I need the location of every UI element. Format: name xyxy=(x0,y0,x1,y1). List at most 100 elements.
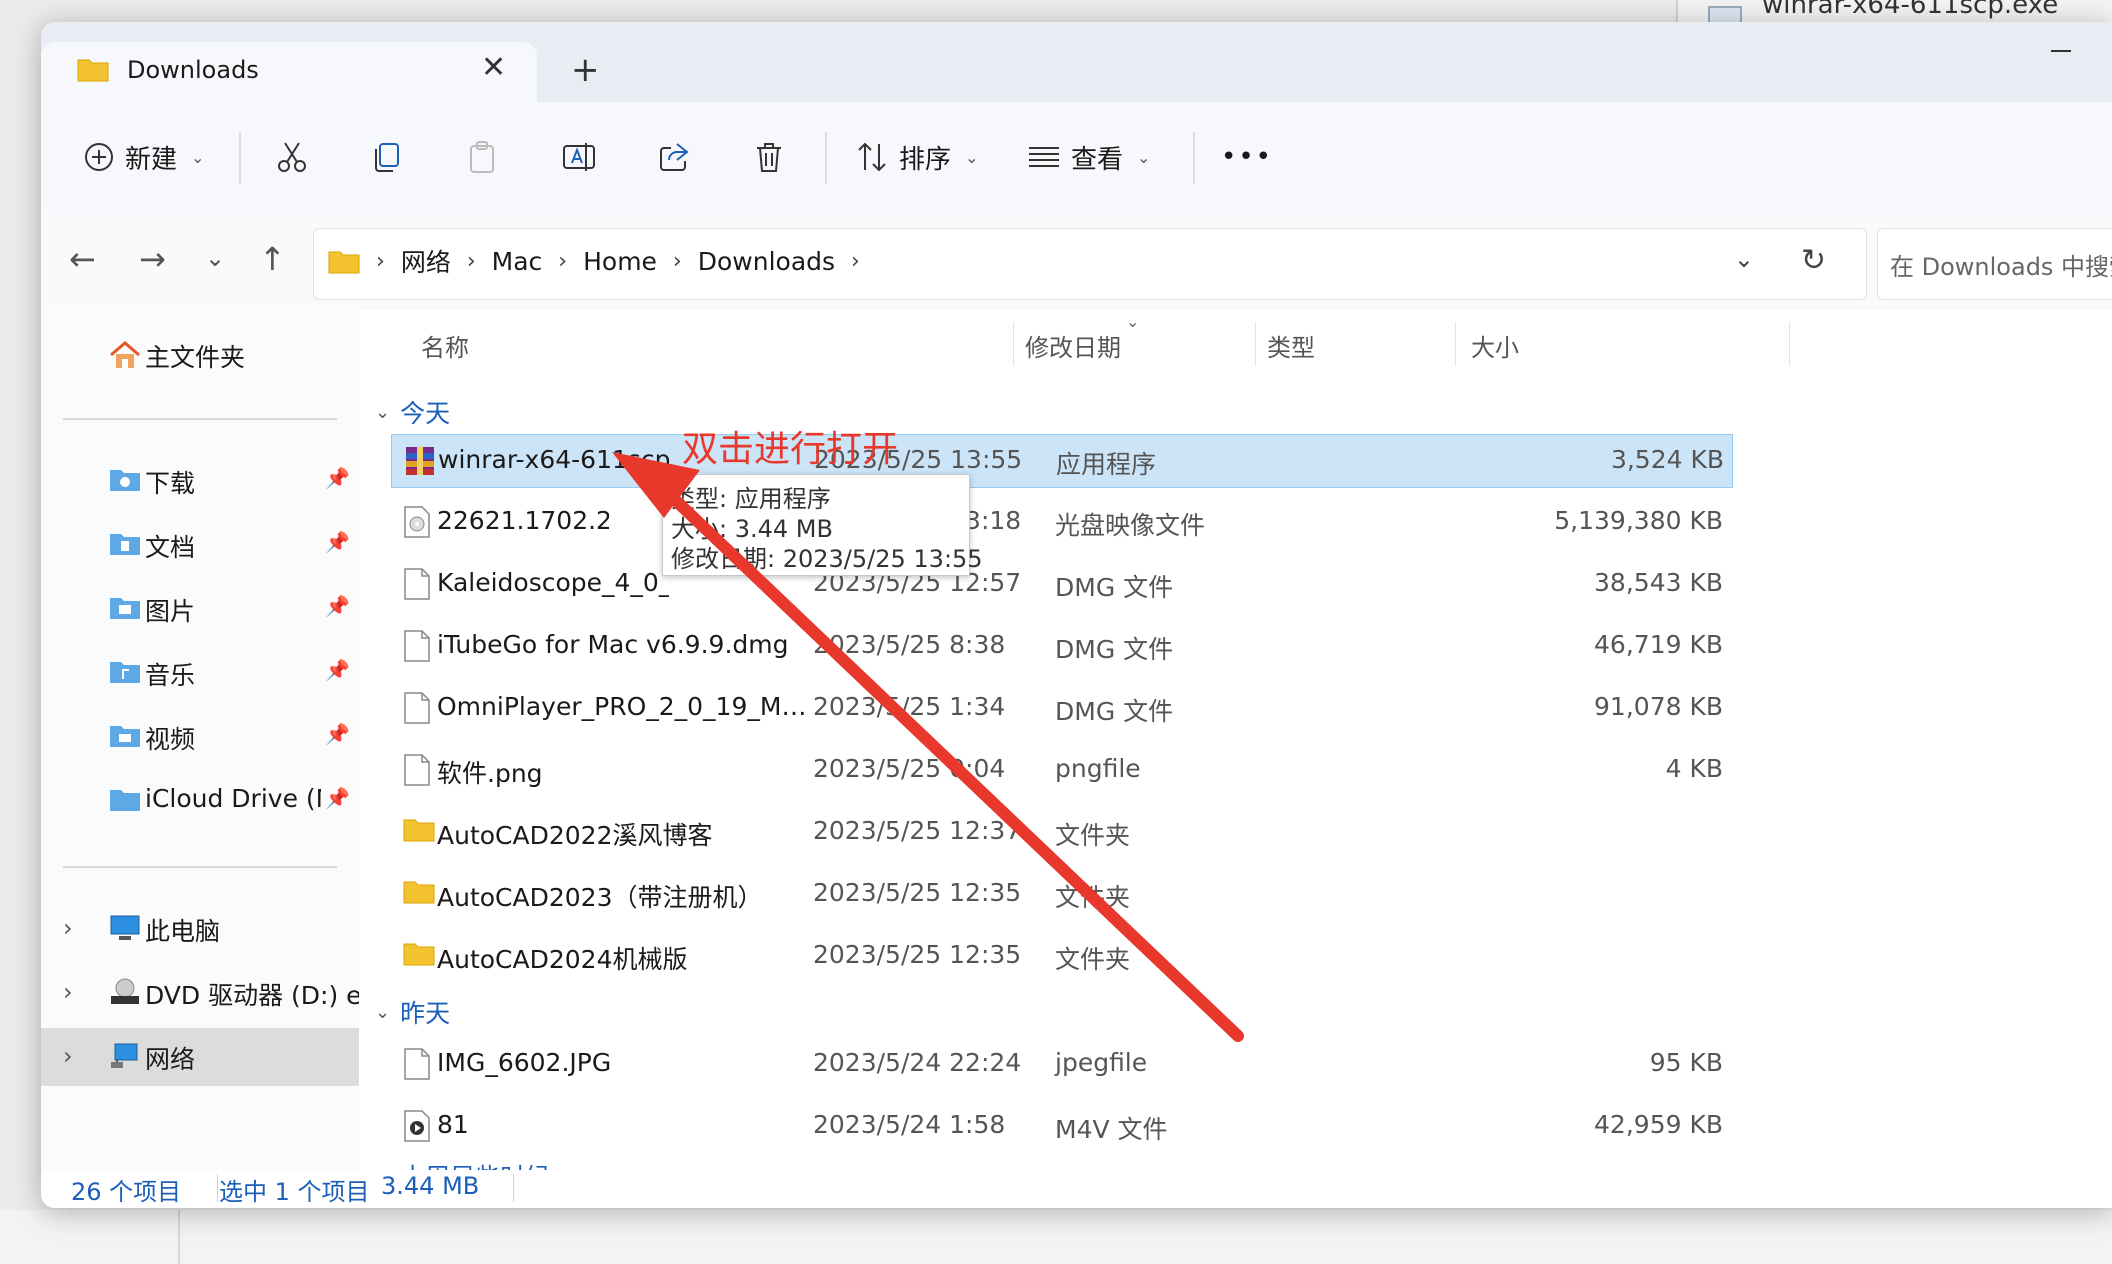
address-history-chevron-icon[interactable]: ⌄ xyxy=(1734,245,1754,273)
breadcrumb-network[interactable]: 网络 xyxy=(401,243,451,279)
file-name: AutoCAD2023（带注册机） xyxy=(437,883,763,912)
breadcrumb-mac[interactable]: Mac xyxy=(492,247,543,276)
file-row-img6602[interactable]: IMG_6602.JPG 2023/5/24 22:24 jpegfile 95… xyxy=(391,1038,1731,1090)
view-button-label: 查看 xyxy=(1071,144,1124,175)
pin-icon[interactable]: 📌 xyxy=(325,658,350,682)
chevron-right-icon[interactable]: › xyxy=(851,249,860,274)
file-row-omniplayer[interactable]: OmniPlayer_PRO_2_0_19_MAS_HCi...SAn... 2… xyxy=(391,682,1731,734)
chevron-right-icon: › xyxy=(466,248,476,274)
downloads-folder-icon xyxy=(109,466,141,498)
address-bar[interactable]: › 网络 › Mac › Home › Downloads › ⌄ ↻ xyxy=(313,228,1867,300)
cut-button[interactable] xyxy=(275,134,309,180)
file-date: 2023/5/25 1:34 xyxy=(813,692,1006,721)
file-row-itubego[interactable]: iTubeGo for Mac v6.9.9.dmg 2023/5/25 8:3… xyxy=(391,620,1731,672)
file-row-winrar[interactable]: winrar-x64-611scp 2023/5/25 13:55 应用程序 3… xyxy=(391,434,1733,488)
sidebar-item-network[interactable]: › 网络 xyxy=(41,1028,359,1086)
status-bar: 26 个项目 选中 1 个项目 3.44 MB xyxy=(41,1170,2112,1208)
sidebar-item-label: 图片 xyxy=(145,597,196,626)
sidebar-item-downloads[interactable]: 下载 📌 xyxy=(41,452,359,510)
search-input[interactable]: 在 Downloads 中搜索 xyxy=(1877,228,2112,300)
folder-icon xyxy=(328,251,360,274)
tab-downloads[interactable]: Downloads ✕ xyxy=(41,42,537,102)
sidebar-item-videos[interactable]: 视频 📌 xyxy=(41,708,359,766)
file-size: 38,543 KB xyxy=(1594,568,1723,597)
file-date: 2023/5/25 0:04 xyxy=(813,754,1006,783)
chevron-right-icon[interactable]: › xyxy=(63,978,73,1006)
sidebar-item-icloud-drive[interactable]: iCloud Drive (M 📌 xyxy=(41,772,359,830)
file-type: pngfile xyxy=(1055,754,1141,783)
group-label: 昨天 xyxy=(400,999,451,1028)
file-type: DMG 文件 xyxy=(1055,697,1174,726)
file-row-autocad2024[interactable]: AutoCAD2024机械版 2023/5/25 12:35 文件夹 xyxy=(391,930,1731,982)
column-header-size[interactable]: 大小 xyxy=(1471,328,1519,363)
pin-icon[interactable]: 📌 xyxy=(325,722,350,746)
sort-direction-icon: ⌄ xyxy=(1126,312,1140,331)
sidebar-item-label: DVD 驱动器 (D:) es xyxy=(145,981,359,1010)
sidebar-item-home[interactable]: 主文件夹 xyxy=(41,326,359,384)
file-row-kaleidoscope[interactable]: Kaleidoscope_4_0_T 2023/5/25 12:57 DMG 文… xyxy=(391,558,1731,610)
up-arrow-icon[interactable]: ↑ xyxy=(259,240,286,278)
file-icon xyxy=(403,692,431,730)
file-date: 2023/5/25 12:35 xyxy=(813,878,1022,907)
file-icon xyxy=(403,630,431,668)
file-name: AutoCAD2024机械版 xyxy=(437,945,688,974)
column-header-name[interactable]: 名称 xyxy=(421,328,469,363)
more-options-button[interactable]: ••• xyxy=(1221,134,1273,180)
sidebar-item-music[interactable]: 音乐 📌 xyxy=(41,644,359,702)
breadcrumb-downloads[interactable]: Downloads xyxy=(698,247,835,276)
new-tab-button[interactable]: + xyxy=(571,50,600,90)
column-header-type[interactable]: 类型 xyxy=(1267,328,1315,363)
column-header-date[interactable]: 修改日期 xyxy=(1025,328,1121,363)
winrar-icon xyxy=(404,445,436,483)
paste-button[interactable] xyxy=(465,134,499,180)
computer-icon xyxy=(109,914,141,948)
delete-button[interactable] xyxy=(753,134,785,180)
chevron-down-icon: ⌄ xyxy=(1137,147,1151,167)
minimize-button[interactable] xyxy=(2051,50,2071,52)
pin-icon[interactable]: 📌 xyxy=(325,594,350,618)
pictures-folder-icon xyxy=(109,594,141,626)
rename-icon xyxy=(563,143,595,171)
forward-arrow-icon[interactable]: → xyxy=(139,240,166,278)
item-count: 26 个项目 xyxy=(71,1178,182,1206)
navigation-bar: ← → ⌄ ↑ › 网络 › Mac › Home › Downloads › … xyxy=(41,212,2112,310)
breadcrumb: › 网络 › Mac › Home › Downloads › xyxy=(328,243,860,279)
sort-icon xyxy=(858,142,886,172)
sidebar-item-pictures[interactable]: 图片 📌 xyxy=(41,580,359,638)
copy-button[interactable] xyxy=(369,134,403,180)
file-type: jpegfile xyxy=(1055,1048,1148,1077)
chevron-right-icon[interactable]: › xyxy=(63,914,73,942)
file-row-png[interactable]: 软件.png 2023/5/25 0:04 pngfile 4 KB xyxy=(391,744,1731,796)
chevron-right-icon[interactable]: › xyxy=(63,1042,73,1070)
pin-icon[interactable]: 📌 xyxy=(325,466,350,490)
share-button[interactable] xyxy=(657,134,691,180)
group-header-today[interactable]: ⌄ 今天 xyxy=(375,394,450,430)
sidebar-item-dvd-drive[interactable]: › DVD 驱动器 (D:) es xyxy=(41,964,359,1022)
breadcrumb-home[interactable]: Home xyxy=(583,247,657,276)
file-row-autocad2023[interactable]: AutoCAD2023（带注册机） 2023/5/25 12:35 文件夹 xyxy=(391,868,1731,920)
group-header-yesterday[interactable]: ⌄ 昨天 xyxy=(375,994,450,1030)
sort-button[interactable]: 排序 ⌄ xyxy=(855,134,978,180)
rename-button[interactable] xyxy=(561,134,597,180)
pin-icon[interactable]: 📌 xyxy=(325,786,350,810)
file-row-autocad2022[interactable]: AutoCAD2022溪风博客 2023/5/25 12:37 文件夹 xyxy=(391,806,1731,858)
refresh-icon[interactable]: ↻ xyxy=(1801,243,1826,278)
chevron-down-icon: ⌄ xyxy=(965,147,979,167)
file-row-81[interactable]: 81 2023/5/24 1:58 M4V 文件 42,959 KB xyxy=(391,1100,1731,1152)
recent-locations-icon[interactable]: ⌄ xyxy=(205,244,225,272)
file-size: 46,719 KB xyxy=(1594,630,1723,659)
pin-icon[interactable]: 📌 xyxy=(325,530,350,554)
videos-folder-icon xyxy=(109,722,141,754)
view-button[interactable]: 查看 ⌄ xyxy=(1027,134,1150,180)
back-arrow-icon[interactable]: ← xyxy=(69,240,96,278)
sidebar-item-this-pc[interactable]: › 此电脑 xyxy=(41,900,359,958)
group-header-earlier-this-week[interactable]: ⌄ 本周早些时候 xyxy=(375,1158,550,1170)
new-button[interactable]: 新建 ⌄ xyxy=(83,134,204,180)
file-size: 5,139,380 KB xyxy=(1554,506,1723,535)
sidebar-item-label: 视频 xyxy=(145,725,196,754)
selection-size: 3.44 MB xyxy=(381,1172,480,1200)
close-tab-icon[interactable]: ✕ xyxy=(481,50,506,85)
file-size: 4 KB xyxy=(1665,754,1723,783)
sidebar-item-documents[interactable]: 文档 📌 xyxy=(41,516,359,574)
file-row-iso[interactable]: 22621.1702.2305 2023/5/25 13:18 光盘映像文件 5… xyxy=(391,496,1731,548)
